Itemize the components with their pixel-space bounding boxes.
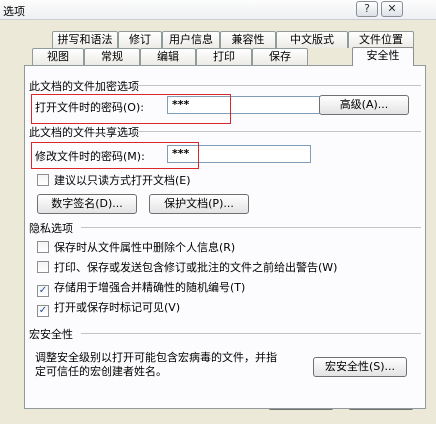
close-button[interactable]: ✕ <box>381 1 403 17</box>
checkmark-icon[interactable]: ✓ <box>37 305 49 317</box>
digital-signature-button[interactable]: 数字签名(D)... <box>37 194 137 214</box>
encryption-divider <box>135 85 421 86</box>
privacy-section-title: 隐私选项 <box>29 222 73 235</box>
tab-chinese-layout[interactable]: 中文版式 <box>276 31 348 48</box>
checkbox-box[interactable] <box>37 261 49 273</box>
macro-divider <box>81 333 421 334</box>
readonly-recommend-checkbox[interactable]: 建议以只读方式打开文档(E) <box>37 172 191 187</box>
checkbox-label: 保存时从文件属性中删除个人信息(R) <box>54 241 236 254</box>
checkbox-box[interactable] <box>37 241 49 253</box>
security-panel: 此文档的文件加密选项 打开文件时的密码(O): *** 高级(A)... 此文档… <box>24 65 426 409</box>
tab-edit[interactable]: 编辑 <box>140 48 196 65</box>
tab-compatibility[interactable]: 兼容性 <box>220 31 276 48</box>
window-title: 选项 <box>3 5 25 18</box>
title-bar: 选项 ? ✕ <box>0 0 436 20</box>
checkbox-label: 打开或保存时标记可见(V) <box>54 301 181 314</box>
advanced-button[interactable]: 高级(A)... <box>319 95 409 115</box>
privacy-remove-personal-info[interactable]: 保存时从文件属性中删除个人信息(R) <box>37 239 236 254</box>
privacy-warn-before-print[interactable]: 打印、保存或发送包含修订或批注的文件之前给出警告(W) <box>37 259 338 274</box>
sharing-section-title: 此文档的文件共享选项 <box>29 126 139 139</box>
tab-general[interactable]: 常规 <box>84 48 140 65</box>
tab-user-info[interactable]: 用户信息 <box>162 31 220 48</box>
privacy-store-random-number[interactable]: ✓ 存储用于增强合并精确性的随机编号(T) <box>37 279 246 297</box>
protect-document-button[interactable]: 保护文档(P)... <box>149 194 249 214</box>
readonly-checkbox-box[interactable] <box>37 174 49 186</box>
readonly-checkbox-label: 建议以只读方式打开文档(E) <box>54 174 191 187</box>
tab-file-locations[interactable]: 文件位置 <box>348 31 414 48</box>
checkbox-label: 打印、保存或发送包含修订或批注的文件之前给出警告(W) <box>54 261 338 274</box>
tab-view[interactable]: 视图 <box>32 48 84 65</box>
tab-security[interactable]: 安全性 <box>352 47 414 66</box>
tab-save[interactable]: 保存 <box>252 48 308 65</box>
macro-description: 调整安全级别以打开可能包含宏病毒的文件，并指 定可信任的宏创建者姓名。 <box>35 351 315 379</box>
checkbox-label: 存储用于增强合并精确性的随机编号(T) <box>54 281 246 294</box>
options-dialog: 选项 ? ✕ 拼写和语法 修订 用户信息 兼容性 中文版式 文件位置 视图 常规… <box>0 0 436 424</box>
highlight-modify-password <box>31 142 199 169</box>
macro-security-button[interactable]: 宏安全性(S)... <box>313 357 407 377</box>
help-button[interactable]: ? <box>356 1 378 17</box>
tab-track-changes[interactable]: 修订 <box>118 31 162 48</box>
privacy-mark-visible[interactable]: ✓ 打开或保存时标记可见(V) <box>37 299 181 317</box>
macro-section-title: 宏安全性 <box>29 328 73 341</box>
privacy-divider <box>81 227 421 228</box>
sharing-divider <box>135 131 421 132</box>
macro-description-line1: 调整安全级别以打开可能包含宏病毒的文件，并指 <box>35 351 277 364</box>
macro-description-line2: 定可信任的宏创建者姓名。 <box>35 365 167 378</box>
dialog-body: 拼写和语法 修订 用户信息 兼容性 中文版式 文件位置 视图 常规 编辑 打印 … <box>0 20 436 424</box>
tab-spelling-grammar[interactable]: 拼写和语法 <box>52 31 118 48</box>
tab-print[interactable]: 打印 <box>196 48 252 65</box>
highlight-open-password <box>31 94 231 124</box>
encryption-section-title: 此文档的文件加密选项 <box>29 80 139 93</box>
checkmark-icon[interactable]: ✓ <box>37 285 49 297</box>
